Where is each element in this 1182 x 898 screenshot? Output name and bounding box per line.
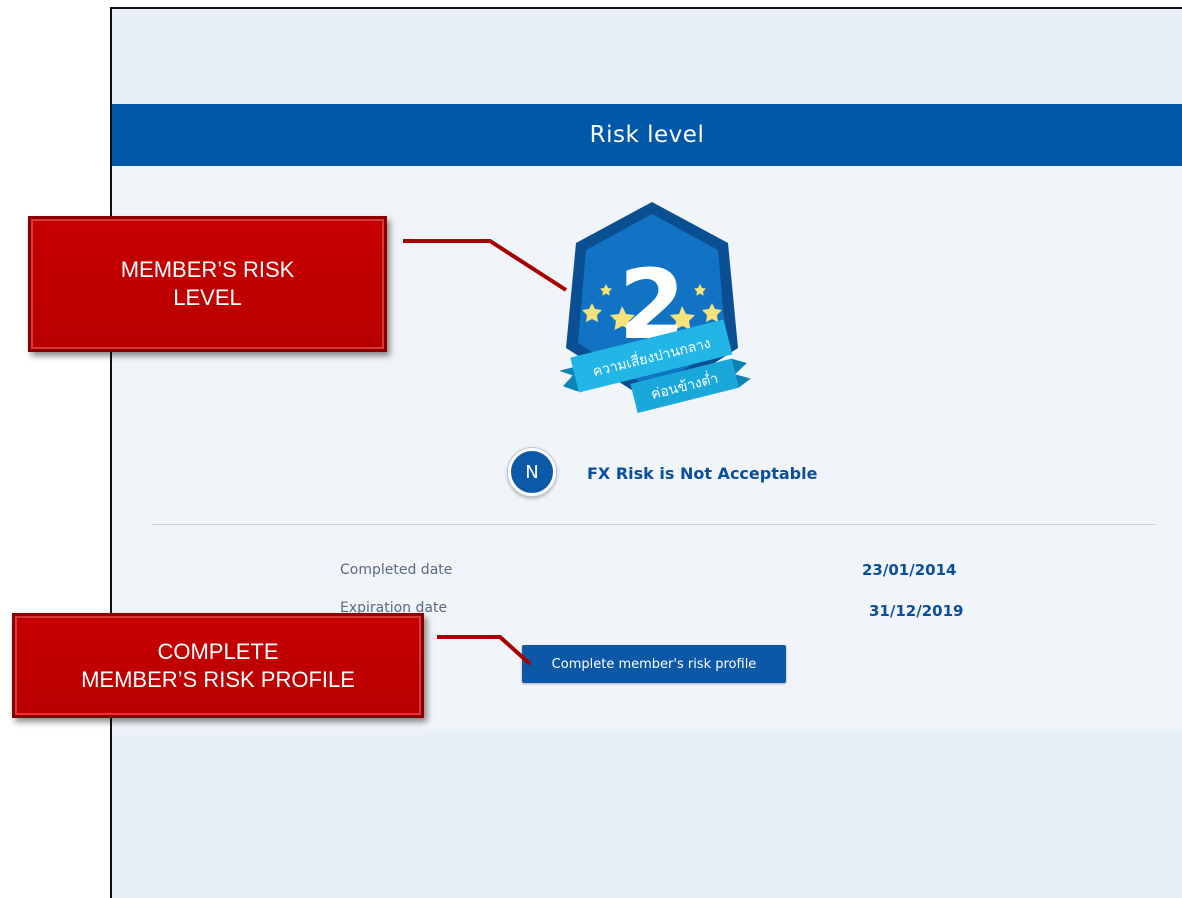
callout-text: COMPLETE [157,638,279,664]
fx-status-text: FX Risk is Not Acceptable [587,464,818,483]
completed-date-label: Completed date [340,562,453,578]
divider [152,524,1156,525]
complete-profile-callout: COMPLETE MEMBER’S RISK PROFILE [12,613,424,718]
completed-date-value: 23/01/2014 [862,561,957,579]
fx-status-icon: N [508,448,556,496]
callout-text: LEVEL [173,285,242,310]
screen: Risk level 2 ความเสี่ยงปานกลาง ค่อนข้างต… [0,0,1182,898]
risk-level-callout: MEMBER’S RISK LEVEL [28,216,387,352]
callout-text: MEMBER’S RISK PROFILE [81,666,355,692]
expiration-date-value: 31/12/2019 [869,602,964,620]
risk-level-badge: 2 ความเสี่ยงปานกลาง ค่อนข้างต่ำ [559,202,751,413]
app-window: Risk level 2 ความเสี่ยงปานกลาง ค่อนข้างต… [110,7,1182,898]
complete-risk-profile-button[interactable]: Complete member's risk profile [522,645,786,683]
header-bar: Risk level [112,104,1182,166]
page-title: Risk level [589,122,705,148]
callout-text: MEMBER’S RISK [120,257,295,282]
